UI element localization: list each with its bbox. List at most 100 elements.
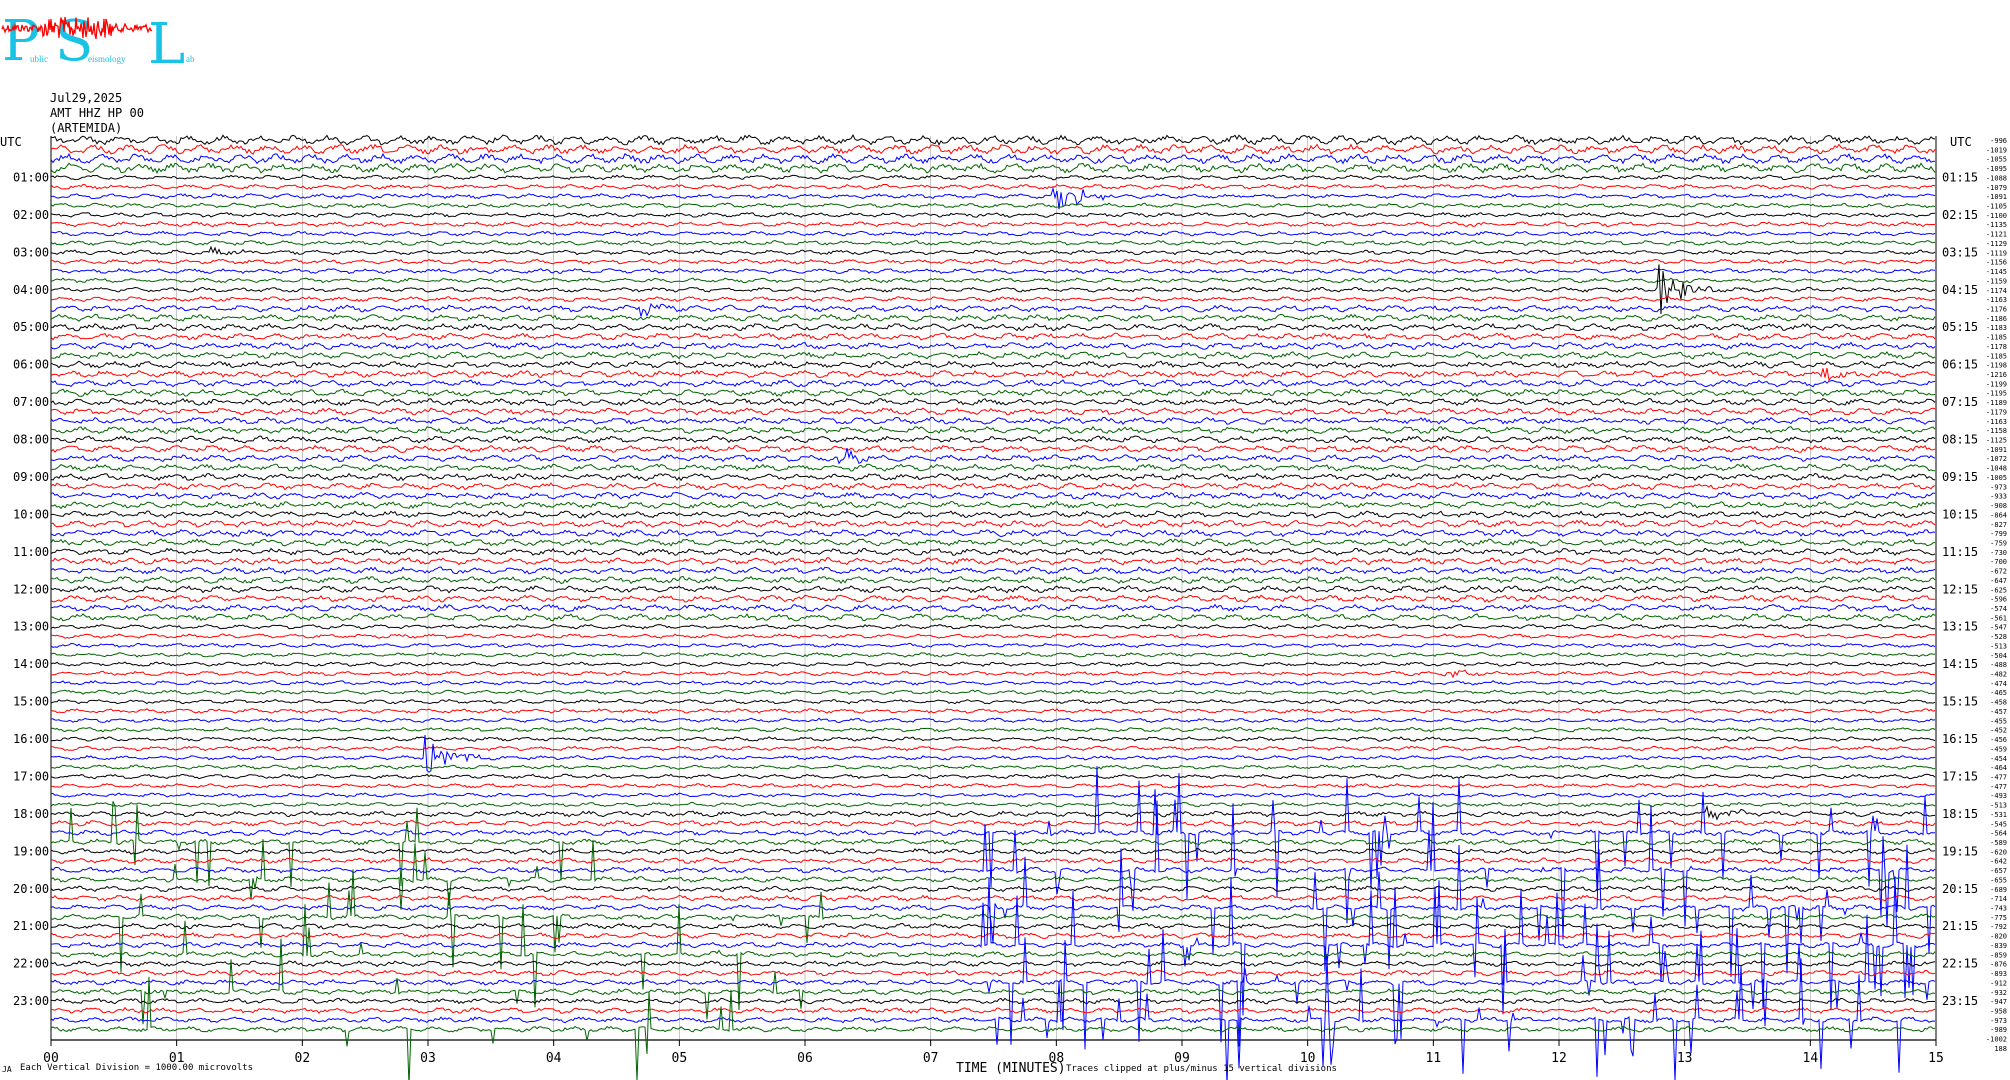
trace-offset-label: -1179 [1986,408,2007,416]
trace-offset-label: -620 [1990,848,2007,856]
seismic-trace [50,296,1936,303]
trace-offset-label: -574 [1990,605,2007,613]
seismic-trace [50,416,1936,426]
right-hour-label: 11:15 [1942,545,1978,559]
left-hour-label: 07:00 [13,395,49,409]
trace-offset-label: -488 [1990,661,2007,669]
seismic-trace [50,174,1936,181]
seismic-trace [50,143,1936,155]
trace-offset-label: -1121 [1986,231,2007,239]
left-hour-label: 08:00 [13,433,49,447]
seismic-trace [50,510,1936,519]
trace-offset-label: -642 [1990,858,2007,866]
seismic-trace [50,566,1936,575]
seismic-trace [50,360,1936,369]
x-tick-label: 05 [672,1051,688,1066]
seismic-trace [50,463,1936,472]
trace-offset-label: -1100 [1986,212,2007,220]
right-hour-label: 23:15 [1942,994,1978,1008]
trace-offset-label: -864 [1990,511,2007,519]
seismic-trace [50,969,1936,977]
left-hour-label: 04:00 [13,283,49,297]
seismic-trace [50,152,1936,165]
left-hour-label: 06:00 [13,358,49,372]
header-date: Jul29,2025 [50,91,122,105]
trace-offset-label: -792 [1990,923,2007,931]
left-hour-label: 02:00 [13,208,49,222]
trace-offset-label: -454 [1990,755,2007,763]
trace-offset-label: -458 [1990,699,2007,707]
trace-offset-label: -1216 [1986,371,2007,379]
trace-offset-label: -457 [1990,708,2007,716]
trace-offset-label: -455 [1990,717,2007,725]
seismic-trace [50,557,1936,566]
seismic-trace [50,764,1936,770]
header-site: (ARTEMIDA) [50,121,122,135]
trace-offset-label: -596 [1990,596,2007,604]
helicorder-plot: P S L ublic eismology ab Jul29,2025 AMT … [0,9,2007,1080]
right-hour-label: 20:15 [1942,882,1978,896]
seismic-trace [50,323,1936,332]
seismic-traces [50,134,1936,1080]
seismic-trace [50,341,1936,351]
right-axis-title: UTC [1950,135,1972,149]
left-hour-label: 23:00 [13,994,49,1008]
seismic-trace [50,642,1936,649]
seismic-trace [50,804,1936,821]
trace-offset-label: -531 [1990,811,2007,819]
trace-offset-label: -714 [1990,895,2007,903]
seismic-trace [50,350,1936,360]
logo-letter-l: L [148,12,185,77]
trace-offset-label: -859 [1990,951,2007,959]
seismic-trace [50,575,1936,585]
right-hour-label: 07:15 [1942,395,1978,409]
trace-offset-label: -932 [1990,989,2007,997]
right-hour-label: 03:15 [1942,245,1978,259]
seismic-trace [50,134,1936,146]
trace-offset-label: -700 [1990,558,2007,566]
seismic-trace [50,264,1936,315]
x-tick-label: 12 [1551,1051,1567,1066]
seismic-trace [50,258,1936,265]
trace-offset-label: -1163 [1986,296,2007,304]
left-hour-label: 22:00 [13,957,49,971]
scale-note: Each Vertical Division = 1000.00 microvo… [20,1063,253,1073]
seismic-trace [50,183,1936,190]
left-hour-label: 09:00 [13,470,49,484]
trace-offset-label: -912 [1990,979,2007,987]
x-tick-label: 14 [1803,1051,1819,1066]
seismic-trace [50,313,1936,323]
trace-offset-label: -504 [1990,652,2007,660]
trace-offset-label: -1119 [1986,249,2007,257]
logo-small-3: ab [186,54,195,64]
right-hour-label: 06:15 [1942,358,1978,372]
trace-offset-label: -1185 [1986,352,2007,360]
trace-offset-label: -958 [1990,1007,2007,1015]
trace-offset-label: -973 [1990,483,2007,491]
seismic-trace [50,651,1936,658]
trace-offset-label: -1198 [1986,362,2007,370]
seismic-trace [50,669,1936,679]
right-hour-label: 13:15 [1942,620,1978,634]
right-hour-label: 09:15 [1942,470,1978,484]
seismic-trace [50,783,1936,789]
left-hour-label: 20:00 [13,882,49,896]
left-hour-label: 12:00 [13,582,49,596]
trace-offset-label: -743 [1990,905,2007,913]
x-tick-label: 03 [420,1051,436,1066]
trace-offset-label: -1005 [1986,474,2007,482]
seismic-trace [50,792,1936,798]
seismic-trace [50,698,1936,705]
seismic-trace [50,528,1936,538]
right-hour-label: 10:15 [1942,507,1978,521]
seismic-trace [50,894,1936,902]
trace-offset-label: -1189 [1986,399,2007,407]
psl-logo: P S L ublic eismology ab [1,9,195,77]
seismic-trace [50,726,1936,733]
trace-offset-label: -528 [1990,633,2007,641]
left-hour-label: 13:00 [13,620,49,634]
seismic-trace [51,997,1936,1005]
trace-offset-label: -1091 [1986,446,2007,454]
trace-offset-label: -1048 [1986,465,2007,473]
seismic-trace [50,1006,1936,1014]
